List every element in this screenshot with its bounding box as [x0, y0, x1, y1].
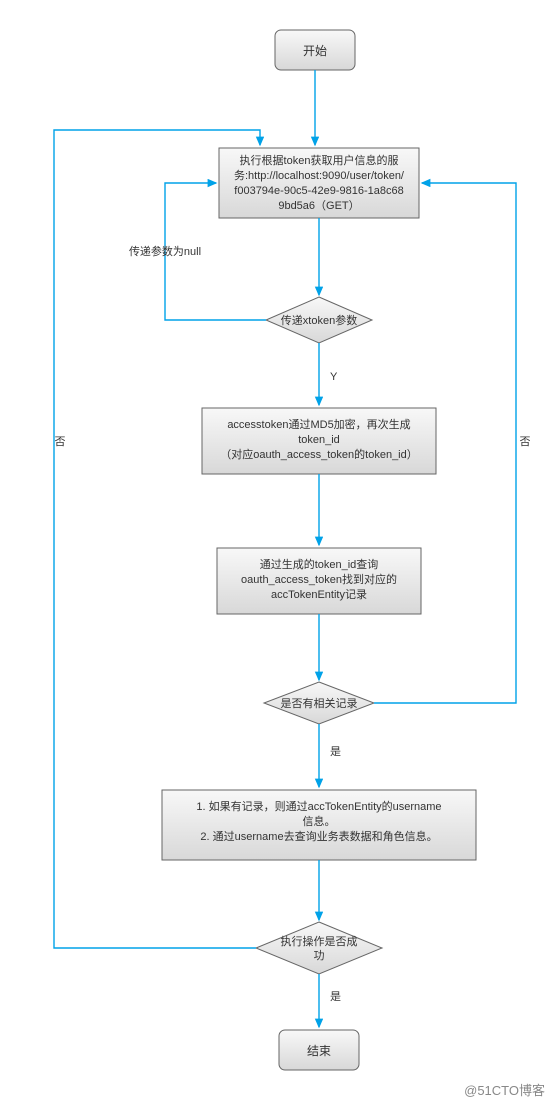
decision3-line2: 功	[314, 949, 325, 962]
decision2-label: 是否有相关记录	[281, 696, 358, 710]
step2-line1: accesstoken通过MD5加密，再次生成	[227, 417, 410, 431]
decision3-node	[256, 922, 382, 974]
no-right-label: 否	[520, 436, 531, 448]
step2-line3: （对应oauth_access_token的token_id）	[220, 447, 418, 461]
flowchart-diagram: 开始 执行根据token获取用户信息的服 务:http://localhost:…	[0, 0, 553, 1105]
null-param-label: 传递参数为null	[129, 244, 201, 258]
step1-line2: 务:http://localhost:9090/user/token/	[234, 169, 405, 182]
step2-line2: token_id	[298, 434, 340, 446]
decision1-label: 传递xtoken参数	[281, 313, 357, 327]
decision3-line1: 执行操作是否成	[281, 934, 358, 948]
step1-line4: 9bd5a6（GET）	[278, 199, 359, 212]
step3-line2: oauth_access_token找到对应的	[241, 572, 397, 586]
step3-line1: 通过生成的token_id查询	[260, 557, 379, 571]
no-left-label: 否	[55, 436, 66, 448]
end-label: 结束	[307, 1044, 331, 1058]
start-label: 开始	[303, 44, 327, 58]
yes3-label: 是	[330, 990, 341, 1003]
step1-line1: 执行根据token获取用户信息的服	[240, 153, 399, 167]
step1-line3: f003794e-90c5-42e9-9816-1a8c68	[234, 185, 403, 197]
step4-line1: 1. 如果有记录，则通过accTokenEntity的username	[196, 799, 441, 813]
yes2-label: 是	[330, 745, 341, 758]
step4-line3: 2. 通过username去查询业务表数据和角色信息。	[200, 829, 437, 843]
step4-line2: 信息。	[303, 814, 336, 828]
step3-line3: accTokenEntity记录	[271, 588, 367, 601]
watermark-label: @51CTO博客	[464, 1083, 545, 1098]
yes1-label: Y	[330, 371, 338, 383]
